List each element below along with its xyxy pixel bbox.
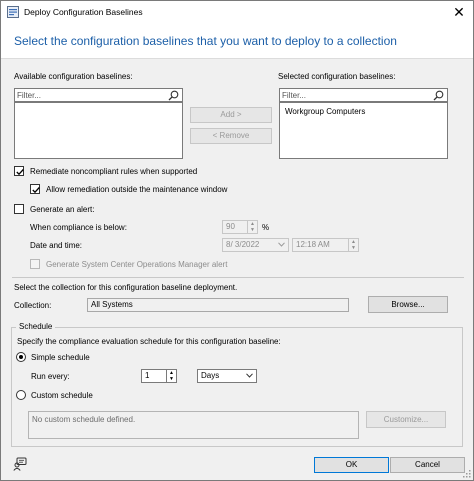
collection-label: Collection: (14, 301, 52, 310)
custom-schedule-label: Custom schedule (31, 391, 93, 400)
window-title: Deploy Configuration Baselines (24, 7, 143, 17)
user-feedback-icon[interactable] (13, 457, 27, 471)
available-baselines-label: Available configuration baselines: (14, 72, 133, 81)
date-time-label: Date and time: (30, 241, 83, 250)
selected-baselines-list[interactable]: Workgroup Computers (279, 102, 448, 159)
collection-instruction: Select the collection for this configura… (14, 283, 238, 292)
deploy-dialog: Deploy Configuration Baselines ✕ Select … (0, 0, 474, 481)
selected-filter-input[interactable] (282, 90, 431, 101)
compliance-below-label: When compliance is below: (30, 223, 127, 232)
checkmark-icon (32, 187, 40, 194)
resize-grip-icon[interactable] (463, 470, 471, 478)
cancel-button[interactable]: Cancel (390, 457, 465, 473)
generate-alert-label: Generate an alert: (30, 205, 95, 214)
custom-schedule-description: No custom schedule defined. (28, 411, 359, 439)
run-every-label: Run every: (31, 372, 70, 381)
compliance-spin-buttons[interactable]: ▲ ▼ (247, 221, 257, 233)
allow-outside-window-checkbox[interactable] (30, 184, 40, 194)
section-divider (12, 277, 464, 278)
browse-button[interactable]: Browse... (368, 296, 448, 313)
title-bar: Deploy Configuration Baselines ✕ (1, 1, 473, 23)
header-band: Select the configuration baselines that … (1, 23, 473, 59)
search-icon[interactable] (433, 90, 444, 101)
configuration-app-icon (7, 6, 19, 18)
ok-button[interactable]: OK (314, 457, 389, 473)
remediate-checkbox[interactable] (14, 166, 24, 176)
selected-baselines-label: Selected configuration baselines: (278, 72, 396, 81)
customize-button[interactable]: Customize... (366, 411, 446, 428)
search-icon[interactable] (168, 90, 179, 101)
close-icon[interactable]: ✕ (451, 4, 467, 20)
time-spin-buttons[interactable]: ▲ ▼ (348, 239, 358, 251)
custom-schedule-radio[interactable] (16, 390, 26, 400)
add-button[interactable]: Add > (190, 107, 272, 123)
compliance-threshold-stepper[interactable]: 90 ▲ ▼ (222, 220, 258, 234)
schedule-group-legend: Schedule (16, 322, 56, 331)
alert-date-picker[interactable]: 8/ 3/2022 (222, 238, 289, 252)
alert-time-stepper[interactable]: 12:18 AM ▲ ▼ (292, 238, 359, 252)
run-every-spin-buttons[interactable]: ▲ ▼ (166, 370, 176, 382)
checkmark-icon (16, 169, 24, 176)
page-title: Select the configuration baselines that … (14, 34, 397, 48)
available-baselines-list[interactable] (14, 102, 183, 159)
schedule-instruction: Specify the compliance evaluation schedu… (17, 337, 281, 346)
available-filter-input[interactable] (17, 90, 166, 101)
available-filter[interactable] (14, 88, 183, 102)
scom-alert-checkbox[interactable] (30, 259, 40, 269)
chevron-down-icon (246, 373, 253, 378)
remediate-label: Remediate noncompliant rules when suppor… (30, 167, 198, 176)
chevron-down-icon (278, 242, 285, 247)
collection-field: All Systems (87, 298, 349, 312)
percent-label: % (262, 223, 270, 232)
remove-button[interactable]: < Remove (190, 128, 272, 144)
simple-schedule-label: Simple schedule (31, 353, 90, 362)
simple-schedule-radio[interactable] (16, 352, 26, 362)
list-item[interactable]: Workgroup Computers (285, 107, 365, 116)
scom-alert-label: Generate System Center Operations Manage… (46, 260, 228, 269)
selected-filter[interactable] (279, 88, 448, 102)
run-every-stepper[interactable]: 1 ▲ ▼ (141, 369, 177, 383)
interval-unit-select[interactable]: Days (197, 369, 257, 383)
allow-outside-window-label: Allow remediation outside the maintenanc… (46, 185, 228, 194)
generate-alert-checkbox[interactable] (14, 204, 24, 214)
